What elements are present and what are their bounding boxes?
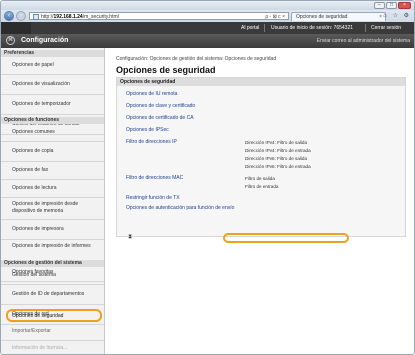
link-ip-filter[interactable]: Filtro de direcciones IP: [126, 139, 177, 145]
ip-filter-status: Dirección IPv6: Filtro de entrada: [245, 164, 311, 169]
back-icon[interactable]: ‹: [4, 11, 14, 21]
app-bar: ⌘ Configuración Enviar correo al adminis…: [1, 34, 414, 48]
title-bar: − □ ×: [1, 1, 414, 10]
sidebar-item-paper[interactable]: Opciones de papel: [1, 57, 104, 75]
sidebar-item-scan[interactable]: Opciones de lectura: [1, 180, 104, 198]
mac-filter-status: Filtro de salida: [245, 176, 275, 181]
breadcrumb: Configuración: Opciones de gestión del s…: [116, 56, 277, 62]
sidebar-item-memory-print[interactable]: Opciones de impresión desde dispositivo …: [1, 198, 104, 220]
mail-admin-link[interactable]: Enviar correo al administrador del siste…: [317, 38, 410, 44]
auth-send-highlight: [223, 233, 349, 243]
sidebar-item-import-export[interactable]: Importar/Exportar: [1, 323, 104, 341]
sidebar-item-fax[interactable]: Opciones de fax: [1, 162, 104, 180]
box-header: Opciones de seguridad: [117, 78, 405, 86]
browser-window: − □ × ‹ › http://192.168.1.24/m_security…: [0, 0, 415, 355]
address-row: ‹ › http://192.168.1.24/m_security.html …: [1, 10, 414, 22]
top-header: Al portal Usuario de inicio de sesión: 7…: [1, 22, 414, 34]
user-label: Usuario de inicio de sesión: 7654321: [271, 25, 353, 31]
sidebar-item-license[interactable]: Información de licencia...: [1, 341, 104, 354]
page-icon: [33, 14, 39, 20]
url-text: http://192.168.1.24/m_security.html: [41, 14, 119, 20]
sidebar-item-common[interactable]: Opciones comunes: [1, 124, 104, 142]
divider: [365, 24, 366, 32]
maximize-button[interactable]: □: [386, 2, 397, 9]
security-options-box: Opciones de seguridad Opciones de IU rem…: [116, 77, 406, 240]
sidebar-item-timer[interactable]: Opciones de temporizador: [1, 95, 104, 115]
sidebar-section-preferences: Preferencias: [1, 50, 104, 57]
close-window-button[interactable]: ×: [398, 2, 411, 9]
sidebar-item-display[interactable]: Opciones de visualización: [1, 75, 104, 95]
link-ipsec[interactable]: Opciones de IPSec: [126, 127, 169, 133]
sidebar-highlight: [6, 309, 102, 322]
sidebar-section-functions: Opciones de funciones: [1, 117, 104, 124]
ip-filter-status: Dirección IPv6: Filtro de salida: [245, 156, 308, 161]
tab-title: Opciones de seguridad: [296, 14, 348, 20]
mac-filter-status: Filtro de entrada: [245, 184, 279, 189]
minimize-button[interactable]: −: [374, 2, 385, 9]
ip-filter-status: Dirección IPv4: Filtro de salida: [245, 140, 308, 145]
hourglass-icon: ⧗: [128, 234, 133, 240]
link-key-cert[interactable]: Opciones de clave y certificado: [126, 103, 195, 109]
sidebar-item-printer[interactable]: Opciones de impresora: [1, 220, 104, 240]
sidebar-section-system-mgmt: Opciones de gestión del sistema: [1, 260, 104, 267]
tab-close-icon[interactable]: ×: [379, 15, 382, 20]
link-ca-cert[interactable]: Opciones de certificado de CA: [126, 115, 194, 121]
browser-tab[interactable]: Opciones de seguridad ×: [291, 12, 386, 21]
link-mac-filter[interactable]: Filtro de direcciones MAC: [126, 175, 183, 181]
main-content: Configuración: Opciones de gestión del s…: [105, 48, 414, 354]
sidebar-item-system-mgmt[interactable]: Gestión del sistema: [1, 267, 104, 285]
address-controls[interactable]: ρ - ⊠ c ×: [265, 14, 285, 20]
settings-logo-icon: ⌘: [6, 36, 15, 45]
app-title: Configuración: [21, 37, 69, 44]
toolbar-icons[interactable]: ⌂ ☆ ⚙: [383, 12, 411, 19]
header-left-block: [1, 22, 31, 34]
link-auth-send[interactable]: Opciones de autenticación para función d…: [126, 205, 234, 211]
forward-icon[interactable]: ›: [16, 11, 26, 21]
address-bar[interactable]: http://192.168.1.24/m_security.html ρ - …: [29, 12, 289, 20]
page-title: Opciones de seguridad: [116, 65, 216, 75]
link-restrict-tx[interactable]: Restringir función de TX: [126, 195, 180, 201]
portal-link[interactable]: Al portal: [241, 25, 259, 31]
link-remote-ui[interactable]: Opciones de IU remota: [126, 91, 177, 97]
divider: [264, 24, 265, 32]
sidebar-item-dept-id[interactable]: Gestión de ID de departamentos: [1, 285, 104, 305]
logout-link[interactable]: Cerrar sesión: [371, 25, 401, 31]
sidebar-item-copy[interactable]: Opciones de copia: [1, 142, 104, 162]
ip-filter-status: Dirección IPv4: Filtro de entrada: [245, 148, 311, 153]
